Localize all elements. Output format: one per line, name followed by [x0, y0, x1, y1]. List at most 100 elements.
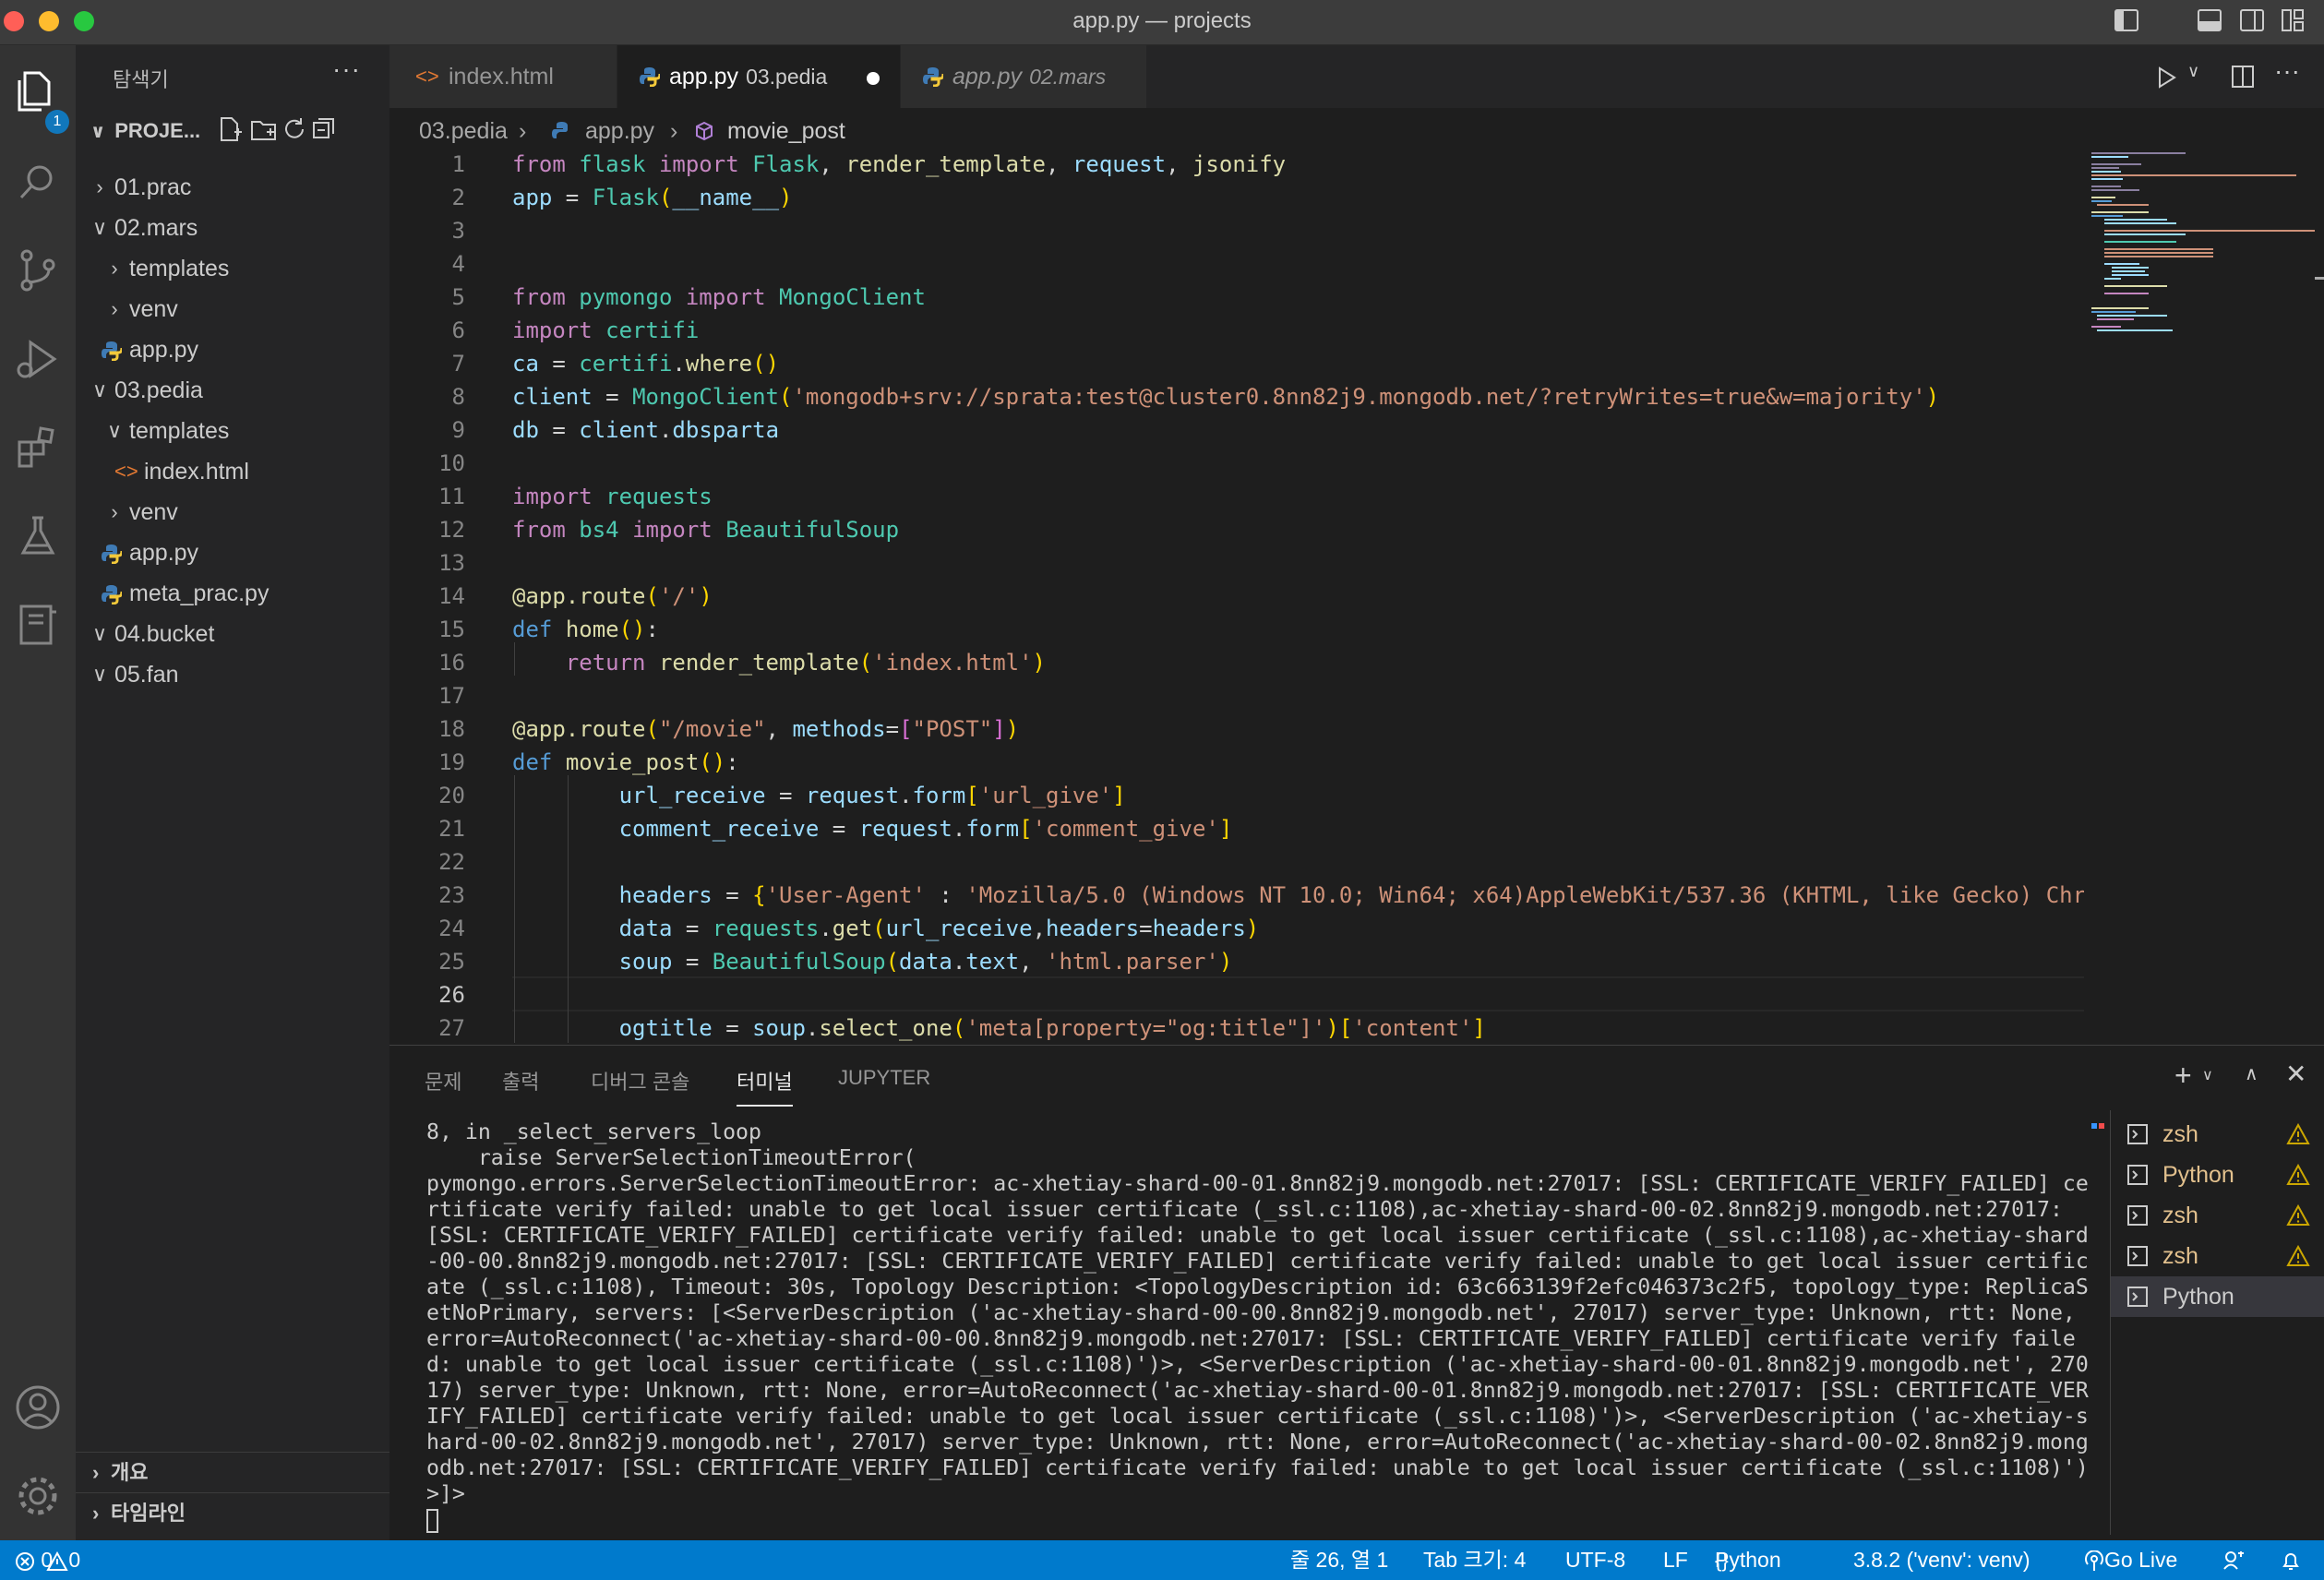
- tab-index-html[interactable]: <> index.html: [389, 45, 617, 108]
- line-number: 21: [438, 816, 465, 842]
- terminal-icon: [2127, 1124, 2148, 1144]
- search-icon[interactable]: [12, 156, 64, 208]
- terminal-dropdown-chevron-icon[interactable]: ∨: [2202, 1066, 2213, 1084]
- unsaved-dot-icon[interactable]: [867, 72, 880, 85]
- tree-file[interactable]: <> index.html: [76, 451, 389, 492]
- source-control-icon[interactable]: [12, 245, 64, 296]
- tree-item-label: venv: [129, 296, 178, 322]
- tree-item-label: 04.bucket: [114, 621, 215, 647]
- tree-file[interactable]: app.py: [76, 533, 389, 573]
- close-panel-icon[interactable]: ✕: [2285, 1059, 2306, 1089]
- tree-folder[interactable]: › venv: [76, 492, 389, 533]
- error-count: 0: [41, 1548, 54, 1572]
- tree-folder[interactable]: ∨ 04.bucket: [76, 614, 389, 654]
- encoding[interactable]: UTF-8: [1565, 1540, 1625, 1580]
- tree-folder[interactable]: ∨ 02.mars: [76, 208, 389, 248]
- outline-section[interactable]: › 개요: [76, 1452, 389, 1493]
- tree-file[interactable]: meta_prac.py: [76, 573, 389, 614]
- toggle-primary-sidebar-icon[interactable]: [2114, 7, 2139, 33]
- toggle-panel-icon[interactable]: [2197, 7, 2222, 33]
- notebook-icon[interactable]: [12, 599, 64, 651]
- code-line: soup = BeautifulSoup(data.text, 'html.pa…: [618, 949, 1233, 975]
- code-line: return render_template('index.html'): [565, 650, 1046, 676]
- split-editor-icon[interactable]: [2230, 64, 2256, 90]
- scrollbar-marker: [2099, 1123, 2104, 1129]
- explorer-more-actions-button[interactable]: ···: [332, 54, 361, 84]
- tab-jupyter[interactable]: JUPYTER: [838, 1066, 930, 1090]
- minimap-preview: [2091, 152, 2324, 331]
- cursor-position[interactable]: 줄 26, 열 1: [1290, 1540, 1388, 1580]
- scrollbar-marker: [2091, 1123, 2097, 1129]
- collapse-all-icon[interactable]: [310, 115, 338, 143]
- timeline-section[interactable]: › 타임라인: [76, 1492, 389, 1534]
- tab-size[interactable]: Tab 크기: 4: [1423, 1540, 1526, 1580]
- terminal-instance[interactable]: Python: [2111, 1276, 2324, 1317]
- terminal-output[interactable]: 8, in _select_servers_loop raise ServerS…: [426, 1119, 2097, 1533]
- testing-icon[interactable]: [12, 510, 64, 562]
- tab-app-py-mars[interactable]: app.py 02.mars: [901, 45, 1147, 108]
- toggle-secondary-sidebar-icon[interactable]: [2239, 7, 2265, 33]
- code-line: from pymongo import MongoClient: [512, 284, 926, 310]
- html-icon: <>: [114, 460, 138, 483]
- extensions-icon[interactable]: [12, 422, 64, 473]
- tree-folder[interactable]: ∨ 05.fan: [76, 654, 389, 695]
- tab-description: 02.mars: [1029, 65, 1107, 89]
- line-number: 19: [438, 749, 465, 775]
- line-number: 27: [438, 1015, 465, 1041]
- line-number: 12: [438, 517, 465, 543]
- code-editor[interactable]: 1 2 3 4 5 6 7 8 9 10 11 12 13 14 15 16 17 18 19 20 21 22 23 24 2…: [389, 148, 2084, 1043]
- terminal-instance[interactable]: zsh: [2111, 1195, 2324, 1236]
- notifications-bell-icon[interactable]: [2280, 1550, 2302, 1572]
- tree-item-label: templates: [129, 256, 230, 281]
- maximize-panel-icon[interactable]: ∧: [2245, 1062, 2258, 1085]
- tree-folder[interactable]: › venv: [76, 289, 389, 329]
- breadcrumb-symbol[interactable]: movie_post: [727, 109, 845, 153]
- broadcast-icon: [2085, 1550, 2103, 1571]
- refresh-icon[interactable]: [281, 115, 308, 143]
- new-folder-icon[interactable]: [249, 115, 279, 143]
- run-dropdown-chevron-icon[interactable]: ∨: [2187, 62, 2199, 81]
- chevron-right-icon: ›: [92, 1461, 100, 1484]
- breadcrumb-folder[interactable]: 03.pedia: [419, 109, 508, 153]
- workspace-name: PROJE...: [114, 119, 201, 142]
- code-line: comment_receive = request.form['comment_…: [618, 816, 1233, 842]
- editor-more-actions-icon[interactable]: ···: [2274, 56, 2300, 86]
- line-number: 6: [451, 317, 465, 343]
- new-terminal-plus-icon[interactable]: +: [2174, 1059, 2192, 1093]
- accounts-icon[interactable]: [12, 1382, 64, 1433]
- tab-problems[interactable]: 문제: [425, 1066, 461, 1095]
- settings-gear-icon[interactable]: [12, 1470, 64, 1522]
- tree-folder[interactable]: › 01.prac: [76, 167, 389, 208]
- tab-description: 03.pedia: [746, 65, 828, 89]
- tree-file[interactable]: app.py: [76, 329, 389, 370]
- terminal-instance[interactable]: zsh: [2111, 1236, 2324, 1276]
- tree-folder[interactable]: › templates: [76, 248, 389, 289]
- line-number: 1: [451, 151, 465, 177]
- feedback-icon[interactable]: [2222, 1550, 2246, 1572]
- terminal-instance[interactable]: zsh: [2111, 1114, 2324, 1155]
- run-debug-icon[interactable]: [12, 333, 64, 385]
- tab-app-py-pedia[interactable]: app.py 03.pedia: [617, 45, 901, 108]
- tab-debug-console[interactable]: 디버그 콘솔: [591, 1066, 689, 1095]
- new-file-icon[interactable]: [216, 115, 244, 143]
- terminal-name: Python: [2162, 1162, 2234, 1188]
- code-line: def movie_post():: [512, 749, 739, 775]
- problems-status[interactable]: 0 0: [15, 1540, 80, 1580]
- title-bar: app.py — projects: [0, 0, 2324, 45]
- tab-terminal[interactable]: 터미널: [737, 1066, 793, 1107]
- line-number: 26: [438, 982, 465, 1008]
- tab-output[interactable]: 출력: [502, 1066, 539, 1095]
- terminal-instance[interactable]: Python: [2111, 1155, 2324, 1195]
- minimap[interactable]: [2084, 148, 2324, 1043]
- python-interpreter[interactable]: 3.8.2 ('venv': venv): [1853, 1540, 2031, 1580]
- explorer-icon[interactable]: 1: [12, 64, 69, 134]
- go-live-button[interactable]: Go Live: [2084, 1540, 2177, 1580]
- run-python-file-icon[interactable]: [2154, 66, 2178, 90]
- customize-layout-icon[interactable]: [2280, 7, 2306, 33]
- breadcrumb-file[interactable]: app.py: [585, 109, 654, 153]
- terminal-list: zsh Python zsh zsh Python: [2110, 1110, 2324, 1535]
- end-of-line[interactable]: LF: [1663, 1540, 1688, 1580]
- workspace-section-header[interactable]: ∨ PROJE...: [90, 119, 200, 143]
- tree-folder[interactable]: ∨ 03.pedia: [76, 370, 389, 411]
- tree-folder[interactable]: ∨ templates: [76, 411, 389, 451]
